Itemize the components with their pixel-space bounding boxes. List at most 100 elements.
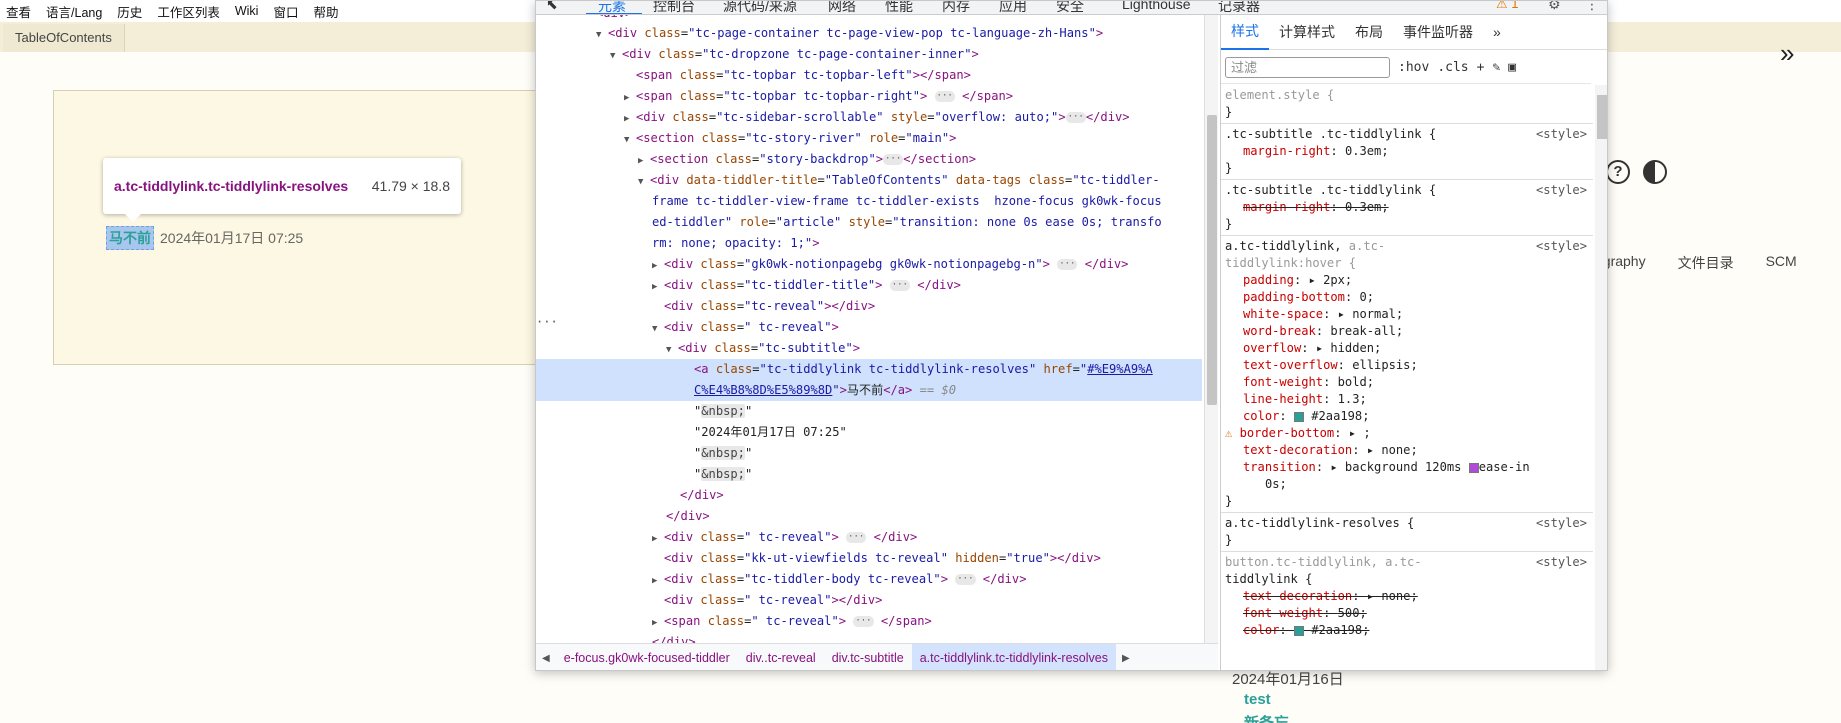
- sidebar-tab-files[interactable]: 文件目录: [1678, 253, 1734, 273]
- dom-node[interactable]: ▶ <div class="tc-sidebar-scrollable" styl…: [536, 107, 1202, 130]
- tab-lighthouse[interactable]: Lighthouse: [1122, 1, 1191, 12]
- tab-memory[interactable]: 内存: [942, 1, 970, 14]
- rule-selector[interactable]: element.style {: [1221, 87, 1593, 104]
- menu-workspaces[interactable]: 工作区列表: [157, 2, 220, 21]
- breadcrumb-item[interactable]: e-focus.gk0wk-focused-tiddler: [556, 644, 738, 671]
- dom-node[interactable]: ▼ <div class=" tc-reveal">: [536, 317, 1202, 340]
- dom-node[interactable]: <div class=" tc-reveal"></div>: [536, 590, 1202, 611]
- tab-table-of-contents[interactable]: TableOfContents: [3, 24, 125, 52]
- gear-icon[interactable]: ⚙: [1548, 1, 1561, 13]
- rule-property[interactable]: margin-right: 0.3em;: [1221, 143, 1593, 160]
- dom-close-tag[interactable]: </div>: [536, 506, 1202, 527]
- rule-property[interactable]: word-break: break-all;: [1221, 323, 1593, 340]
- breadcrumb-scroll-left-icon[interactable]: ◀: [536, 653, 556, 664]
- rule-property-overridden[interactable]: color: #2aa198;: [1221, 622, 1593, 639]
- class-toggle[interactable]: .cls: [1437, 60, 1468, 75]
- dom-node-selected[interactable]: <a class="tc-tiddlylink tc-tiddlylink-re…: [536, 359, 1202, 380]
- more-tabs-icon[interactable]: »: [1483, 15, 1511, 50]
- rule-property[interactable]: color: #2aa198;: [1221, 408, 1593, 425]
- dom-text-node[interactable]: "&nbsp;": [536, 401, 1202, 422]
- styles-filter-input[interactable]: 过滤: [1225, 56, 1390, 78]
- tab-event-listeners[interactable]: 事件监听器: [1393, 15, 1483, 50]
- dom-node[interactable]: <div class="tc-reveal"></div>: [536, 296, 1202, 317]
- rule-property-overridden[interactable]: margin-right: 0.3em;: [1221, 199, 1593, 216]
- dom-node[interactable]: ▼ <div data-tiddler-title="TableOfContent…: [536, 170, 1202, 193]
- rule-property-warning[interactable]: ⚠ border-bottom: ▸ ;: [1221, 425, 1593, 442]
- rule-selector[interactable]: a.tc-tiddlylink, a.tc- <style>: [1221, 238, 1593, 255]
- menu-window[interactable]: 窗口: [273, 2, 298, 21]
- help-icon[interactable]: ?: [1606, 160, 1630, 184]
- dom-node[interactable]: <span class="tc-topbar tc-topbar-left"><…: [536, 65, 1202, 86]
- tab-security[interactable]: 安全: [1056, 1, 1084, 14]
- paint-icon[interactable]: ✎: [1492, 60, 1500, 75]
- new-rule-icon[interactable]: +: [1477, 60, 1485, 75]
- recent-item-memo[interactable]: 新备忘: [1244, 712, 1289, 723]
- dom-close-tag[interactable]: </div>: [536, 632, 1202, 643]
- menu-history[interactable]: 历史: [117, 2, 142, 21]
- tab-console[interactable]: 控制台: [653, 1, 695, 14]
- rule-selector[interactable]: .tc-subtitle .tc-tiddlylink {<style>: [1221, 182, 1593, 199]
- breadcrumb-item-selected[interactable]: a.tc-tiddlylink.tc-tiddlylink-resolves: [911, 643, 1116, 670]
- dom-text-node[interactable]: "&nbsp;": [536, 464, 1202, 485]
- warning-badge[interactable]: ⚠ 1: [1496, 1, 1519, 12]
- breadcrumb-item[interactable]: div..tc-reveal: [738, 644, 824, 671]
- rule-property[interactable]: padding-bottom: 0;: [1221, 289, 1593, 306]
- rule-selector[interactable]: a.tc-tiddlylink-resolves {<style>: [1221, 515, 1593, 532]
- subtitle-author-link[interactable]: 马不前: [106, 226, 154, 250]
- sidebar-toggle-icon[interactable]: ▣: [1508, 60, 1516, 75]
- rule-property[interactable]: text-overflow: ellipsis;: [1221, 357, 1593, 374]
- rule-property[interactable]: padding: ▸ 2px;: [1221, 272, 1593, 289]
- tab-sources[interactable]: 源代码/来源: [723, 1, 797, 14]
- dom-node[interactable]: ▼ <div class="tc-page-container tc-page-v…: [536, 23, 1202, 46]
- dom-node[interactable]: ▶ <div class="tc-tiddler-body tc-reveal">…: [536, 569, 1202, 592]
- tab-application[interactable]: 应用: [999, 1, 1027, 14]
- inspect-element-icon[interactable]: ⬉: [546, 1, 558, 13]
- tab-recorder[interactable]: 记录器: [1218, 1, 1260, 14]
- dom-node[interactable]: <div class="kk-ut-viewfields tc-reveal" …: [536, 548, 1202, 569]
- dom-node[interactable]: ▼ <div class="tc-dropzone tc-page-contain…: [536, 44, 1202, 67]
- dom-node[interactable]: ▶ <section class="story-backdrop"> ··· </se…: [536, 149, 1202, 172]
- tab-performance[interactable]: 性能: [885, 1, 913, 14]
- tab-styles[interactable]: 样式: [1221, 15, 1269, 50]
- dom-node[interactable]: ▶ <div class="gk0wk-notionpagebg gk0wk-no…: [536, 254, 1202, 277]
- breadcrumb-item[interactable]: div.tc-subtitle: [824, 644, 912, 671]
- rule-property[interactable]: font-weight: bold;: [1221, 374, 1593, 391]
- breadcrumb-scroll-right-icon[interactable]: ▶: [1116, 653, 1136, 664]
- tab-computed[interactable]: 计算样式: [1269, 15, 1345, 50]
- color-swatch[interactable]: [1293, 625, 1304, 636]
- menu-language[interactable]: 语言/Lang: [46, 2, 102, 21]
- rule-property[interactable]: white-space: ▸ normal;: [1221, 306, 1593, 323]
- menu-help[interactable]: 帮助: [313, 2, 338, 21]
- rule-property-overridden[interactable]: text-decoration: ▸ none;: [1221, 588, 1593, 605]
- dom-node[interactable]: ▶ <span class=" tc-reveal"> ··· </span>: [536, 611, 1202, 634]
- easing-editor-icon[interactable]: [1468, 462, 1479, 473]
- dom-text-node[interactable]: "&nbsp;": [536, 443, 1202, 464]
- dom-scrollbar-thumb[interactable]: [1207, 115, 1217, 405]
- more-options-icon[interactable]: ⋮: [1585, 1, 1599, 13]
- menu-wiki[interactable]: Wiki: [235, 4, 259, 18]
- rule-property[interactable]: text-decoration: ▸ none;: [1221, 442, 1593, 459]
- tab-network[interactable]: 网络: [828, 1, 856, 14]
- dom-node[interactable]: ▼ <section class="tc-story-river" role="m…: [536, 128, 1202, 151]
- rule-property[interactable]: line-height: 1.3;: [1221, 391, 1593, 408]
- styles-scrollbar-thumb[interactable]: [1597, 95, 1607, 139]
- rule-selector[interactable]: button.tc-tiddlylink, a.tc- <style>: [1221, 554, 1593, 571]
- dom-node[interactable]: ▼ <div class="tc-subtitle">: [536, 338, 1202, 361]
- dom-text-node[interactable]: "2024年01月17日 07:25": [536, 422, 1202, 443]
- menu-view[interactable]: 查看: [6, 2, 31, 21]
- rule-property[interactable]: transition: ▸ background 120ms ease-in: [1221, 459, 1593, 476]
- dom-scrollbar[interactable]: [1204, 15, 1218, 643]
- rule-selector[interactable]: .tc-subtitle .tc-tiddlylink {<style>: [1221, 126, 1593, 143]
- dom-node[interactable]: ▶ <div class="tc-tiddler-title"> ··· </di…: [536, 275, 1202, 298]
- contrast-icon[interactable]: [1643, 160, 1667, 184]
- styles-scrollbar[interactable]: [1595, 85, 1607, 670]
- rule-property-overridden[interactable]: font-weight: 500;: [1221, 605, 1593, 622]
- tab-layout[interactable]: 布局: [1345, 15, 1393, 50]
- sidebar-tab-scm[interactable]: SCM: [1766, 253, 1797, 273]
- rule-property[interactable]: overflow: ▸ hidden;: [1221, 340, 1593, 357]
- color-swatch[interactable]: [1293, 411, 1304, 422]
- dom-node[interactable]: ▶ <div class=" tc-reveal"> ··· </div>: [536, 527, 1202, 550]
- recent-item-test[interactable]: test: [1244, 691, 1271, 708]
- dom-close-tag[interactable]: </div>: [536, 485, 1202, 506]
- dom-node[interactable]: ▶ <span class="tc-topbar tc-topbar-right"…: [536, 86, 1202, 109]
